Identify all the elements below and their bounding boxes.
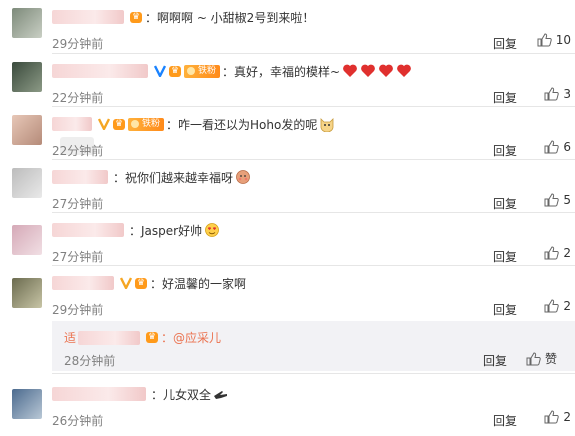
comment-time: 29分钟前: [52, 303, 104, 317]
username[interactable]: [52, 223, 124, 237]
divider: [52, 373, 575, 374]
thumbs-up-icon: [544, 410, 560, 424]
vip-crown-icon: ♛: [135, 277, 147, 289]
gold-verified-icon: [119, 277, 132, 290]
cat-emoji-icon: [319, 116, 335, 132]
comment-item: ：Jasper好帅 27分钟前 回复 2: [0, 213, 575, 266]
reply-button[interactable]: 回复: [493, 35, 517, 52]
comment-text: ：好温馨的一家啊: [150, 276, 247, 291]
username[interactable]: [52, 117, 92, 131]
like-count: 2: [563, 299, 571, 313]
thumbs-up-icon: [537, 33, 552, 47]
thumbs-up-icon: [526, 351, 541, 365]
reply-button[interactable]: 回复: [493, 195, 517, 212]
sub-like-label: 赞: [544, 352, 557, 366]
like-count: 10: [555, 33, 571, 47]
like-button[interactable]: 6: [544, 140, 571, 154]
comment-time: 26分钟前: [52, 414, 104, 428]
sub-reply-button[interactable]: 回复: [483, 352, 507, 369]
comment-time: 27分钟前: [52, 250, 104, 264]
fans-badge-icon: 铁粉: [128, 117, 165, 131]
love-eyes-emoji-icon: [204, 222, 220, 238]
username-blurred: [78, 330, 141, 345]
like-button[interactable]: 2: [544, 299, 571, 313]
comment-text: ：咋一看还以为Hoho发的呢: [166, 117, 318, 132]
reply-button[interactable]: 回复: [493, 142, 517, 159]
comment-text: ：Jasper好帅: [129, 223, 203, 238]
gold-verified-icon: [97, 118, 110, 131]
comment-time: 22分钟前: [52, 144, 104, 158]
username[interactable]: [52, 64, 148, 78]
like-count: 3: [563, 87, 571, 101]
thumbs-up-icon: [544, 193, 560, 207]
like-count: 2: [563, 410, 571, 424]
fans-badge-icon: 铁粉: [184, 64, 221, 78]
heart-emoji-icon: [342, 63, 414, 79]
reply-button[interactable]: 回复: [493, 412, 517, 429]
username[interactable]: [52, 10, 124, 24]
reply-button[interactable]: 回复: [493, 301, 517, 318]
like-button[interactable]: 2: [544, 410, 571, 424]
sub-reply-username[interactable]: 适: [64, 329, 76, 346]
comment-text: ：啊啊啊 ~ 小甜椒2号到来啦！: [145, 10, 315, 25]
username[interactable]: [52, 276, 114, 290]
reply-button[interactable]: 回复: [493, 248, 517, 265]
comment-time: 22分钟前: [52, 91, 104, 105]
shy-emoji-icon: [235, 169, 251, 185]
vip-crown-icon: ♛: [113, 118, 125, 130]
comment-item: ♛ 铁粉 ：真好，幸福的模样~ 22分钟前 回复 3: [0, 54, 575, 107]
comment-text: ：祝你们越来越幸福呀: [113, 170, 234, 185]
comment-time: 29分钟前: [52, 37, 104, 51]
avatar[interactable]: [12, 389, 42, 419]
comment-item: ：祝你们越来越幸福呀 27分钟前 回复 5: [0, 160, 575, 213]
like-count: 5: [563, 193, 571, 207]
like-button[interactable]: 5: [544, 193, 571, 207]
comment-item: ♛ ：啊啊啊 ~ 小甜椒2号到来啦！ 29分钟前 回复 10: [0, 0, 575, 54]
mention-link[interactable]: ：@应采儿: [161, 329, 221, 346]
username[interactable]: [52, 170, 108, 184]
like-button[interactable]: 3: [544, 87, 571, 101]
avatar[interactable]: [12, 115, 42, 145]
like-count: 2: [563, 246, 571, 260]
vip-crown-icon: ♛: [146, 332, 159, 343]
sub-reply-box: 适 ♛ ：@应采儿 28分钟前 回复 赞: [52, 321, 575, 371]
comment-item: ♛ ：好温馨的一家啊 29分钟前 回复 2: [0, 266, 575, 320]
blue-verified-icon: [153, 65, 166, 78]
avatar[interactable]: [12, 8, 42, 38]
comment-item: ：儿女双全 26分钟前 回复 2: [0, 377, 575, 436]
avatar[interactable]: [12, 168, 42, 198]
thumbs-up-icon: [544, 140, 560, 154]
avatar[interactable]: [12, 62, 42, 92]
comment-text: ：儿女双全: [151, 387, 212, 402]
sub-reply-time: 28分钟前: [64, 354, 116, 368]
comment-item: ♛ 铁粉 ：咋一看还以为Hoho发的呢 22分钟前 回复 6: [0, 107, 575, 160]
comment-time: 27分钟前: [52, 197, 104, 211]
like-count: 6: [563, 140, 571, 154]
like-button[interactable]: 10: [537, 33, 571, 47]
thumbs-up-icon: [544, 87, 560, 101]
comment-text: ：真好，幸福的模样~: [222, 64, 341, 79]
thumbs-up-icon: [544, 246, 560, 260]
reply-button[interactable]: 回复: [493, 89, 517, 106]
avatar[interactable]: [12, 225, 42, 255]
vip-crown-icon: ♛: [130, 11, 142, 23]
sub-like-button[interactable]: 赞: [526, 350, 557, 367]
hand-emoji-icon: [213, 387, 229, 401]
vip-crown-icon: ♛: [169, 65, 181, 77]
like-button[interactable]: 2: [544, 246, 571, 260]
thumbs-up-icon: [544, 299, 560, 313]
avatar[interactable]: [12, 278, 42, 308]
username[interactable]: [52, 387, 146, 401]
